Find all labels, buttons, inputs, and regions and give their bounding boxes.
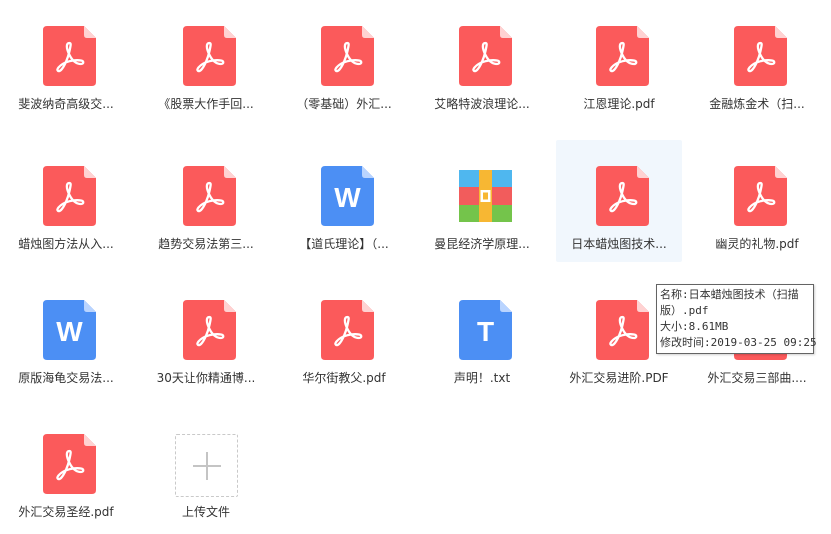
file-name: 原版海龟交易法... [18,371,114,385]
plus-icon-vertical [206,452,208,480]
file-item[interactable]: 金融炼金术（扫... [694,0,820,122]
file-item[interactable]: 斐波纳奇高级交... [3,0,129,122]
file-name: 斐波纳奇高级交... [18,97,114,111]
svg-text:W: W [334,182,361,213]
pdf-icon [459,26,512,86]
file-info-tooltip: 名称:日本蜡烛图技术（扫描 版）.pdf 大小:8.61MB 修改时间:2019… [656,284,817,354]
pdf-icon [183,26,236,86]
pdf-icon [734,166,787,226]
pdf-icon [183,166,236,226]
pdf-icon [43,434,96,494]
file-name: 外汇交易圣经.pdf [18,505,114,519]
file-item[interactable]: 华尔街教父.pdf [281,274,407,396]
tooltip-size-line: 大小:8.61MB [660,320,729,333]
file-item[interactable]: 曼昆经济学原理... [419,140,545,262]
pdf-icon [183,300,236,360]
word-icon: W [43,300,96,360]
file-name: 《股票大作手回... [158,97,254,111]
pdf-icon [43,26,96,86]
file-item[interactable]: 江恩理论.pdf [556,0,682,122]
file-name: 金融炼金术（扫... [709,97,805,111]
file-grid: 斐波纳奇高级交... 《股票大作手回... （零基础）外汇... 艾略特波浪理论...… [0,0,831,534]
file-name: 曼昆经济学原理... [434,237,530,251]
tooltip-modified-line: 修改时间:2019-03-25 09:25 [660,336,817,349]
file-item[interactable]: 蜡烛图方法从入... [3,140,129,262]
pdf-icon [596,26,649,86]
file-name: 华尔街教父.pdf [302,371,386,385]
file-item[interactable]: T 声明！.txt [419,274,545,396]
file-item[interactable]: W 原版海龟交易法... [3,274,129,396]
file-name: 蜡烛图方法从入... [18,237,114,251]
file-name: 外汇交易三部曲.... [707,371,807,385]
file-name: （零基础）外汇... [296,97,392,111]
file-item[interactable]: 日本蜡烛图技术... [556,140,682,262]
pdf-icon [43,166,96,226]
file-item[interactable]: 30天让你精通博... [143,274,269,396]
svg-text:W: W [56,316,83,347]
file-name: 外汇交易进阶.PDF [569,371,669,385]
file-item[interactable]: 外汇交易圣经.pdf [3,408,129,530]
file-name: 30天让你精通博... [156,371,256,385]
file-item[interactable]: （零基础）外汇... [281,0,407,122]
pdf-icon [596,300,649,360]
file-name: 趋势交易法第三... [158,237,254,251]
file-name: 幽灵的礼物.pdf [715,237,799,251]
pdf-icon [321,26,374,86]
file-name: 声明！.txt [453,371,511,385]
archive-icon [459,166,512,226]
file-item[interactable]: 幽灵的礼物.pdf [694,140,820,262]
tooltip-name-line: 名称:日本蜡烛图技术（扫描 [660,288,799,301]
plus-icon [175,434,238,497]
pdf-icon [596,166,649,226]
file-item[interactable]: W 【道氏理论】（... [281,140,407,262]
pdf-icon [734,26,787,86]
tooltip-name-line-cont: 版）.pdf [660,304,709,317]
pdf-icon [321,300,374,360]
upload-file-button[interactable]: 上传文件 [143,408,269,530]
svg-text:T: T [477,316,494,347]
file-name: 【道氏理论】（... [299,237,389,251]
file-item[interactable]: 艾略特波浪理论... [419,0,545,122]
file-name: 日本蜡烛图技术... [571,237,667,251]
txt-icon: T [459,300,512,360]
file-name: 江恩理论.pdf [583,97,655,111]
word-icon: W [321,166,374,226]
file-name: 艾略特波浪理论... [434,97,530,111]
upload-label: 上传文件 [181,505,230,519]
file-item[interactable]: 《股票大作手回... [143,0,269,122]
file-item[interactable]: 趋势交易法第三... [143,140,269,262]
